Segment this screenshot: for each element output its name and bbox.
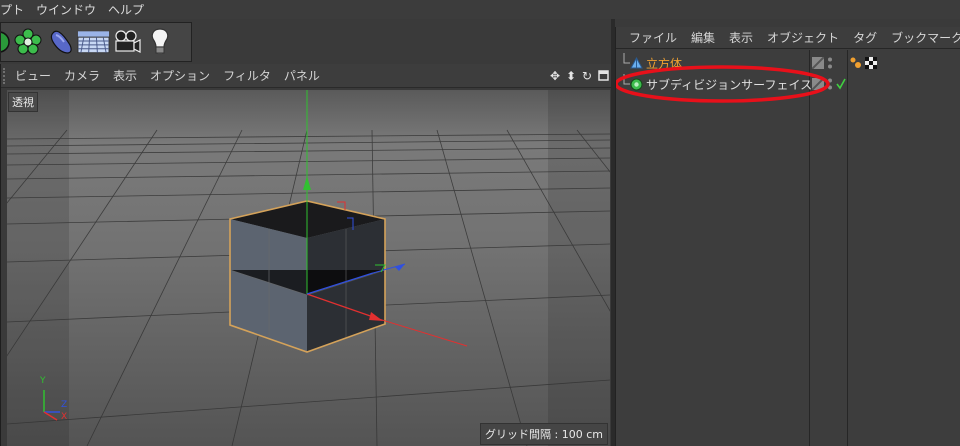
om-menu-view[interactable]: 表示: [729, 29, 753, 46]
layer-icon[interactable]: [812, 57, 824, 69]
visibility-dots-icon[interactable]: [827, 77, 833, 91]
column-divider: [809, 50, 810, 446]
menu-item-window[interactable]: ウインドウ: [33, 1, 105, 18]
light-button[interactable]: [143, 24, 176, 60]
move-view-icon[interactable]: ✥: [548, 68, 562, 83]
phong-tag-icon[interactable]: [850, 57, 862, 69]
viewport-menu-options[interactable]: オプション: [150, 67, 210, 84]
object-flags: [812, 74, 846, 94]
om-menu-tags[interactable]: タグ: [853, 29, 877, 46]
object-toolbar: [0, 22, 192, 62]
3d-viewport: ビュー カメラ 表示 オプション フィルタ パネル ✥ ⬍ ↻ Y Z X 透視…: [0, 64, 612, 446]
primitive-icon: [1, 31, 10, 53]
viewport-menu-display[interactable]: 表示: [113, 67, 137, 84]
viewport-nav-controls: ✥ ⬍ ↻: [548, 68, 610, 83]
viewport-menu-panel[interactable]: パネル: [284, 67, 320, 84]
tree-line: [616, 53, 630, 73]
floor-plane-icon: [77, 31, 110, 54]
floor-button[interactable]: [77, 24, 110, 60]
viewport-menubar: ビュー カメラ 表示 オプション フィルタ パネル ✥ ⬍ ↻: [1, 64, 612, 88]
object-row-cube[interactable]: 立方体: [616, 53, 809, 73]
primitive-button[interactable]: [1, 24, 11, 60]
axis-label-y: Y: [40, 376, 46, 386]
grid-spacing-label: グリッド間隔 : 100 cm: [480, 423, 608, 445]
light-bulb-icon: [151, 28, 168, 55]
panel-grip[interactable]: [3, 67, 9, 84]
axis-label-z: Z: [61, 400, 68, 410]
scene-canvas: [7, 90, 610, 446]
rotate-view-icon[interactable]: ↻: [580, 68, 594, 83]
deformer-capsule-icon: [50, 30, 72, 54]
camera-button[interactable]: [110, 24, 143, 60]
object-manager: ファイル 編集 表示 オブジェクト タグ ブックマーク 立方体 サブディビジョン…: [615, 27, 960, 446]
camera-label[interactable]: 透視: [8, 92, 38, 112]
viewport-scene[interactable]: Y Z X: [7, 90, 610, 446]
nurbs-flower-icon: [14, 28, 41, 55]
camera-icon: [114, 30, 141, 53]
axis-label-x: X: [61, 412, 68, 422]
object-manager-menubar: ファイル 編集 表示 オブジェクト タグ ブックマーク: [616, 27, 960, 49]
zoom-view-icon[interactable]: ⬍: [564, 68, 578, 83]
maximize-view-icon[interactable]: [596, 68, 610, 83]
subdivision-surface-icon: [630, 78, 643, 91]
viewport-menu-view[interactable]: ビュー: [15, 67, 51, 84]
om-menu-file[interactable]: ファイル: [629, 29, 677, 46]
om-menu-edit[interactable]: 編集: [691, 29, 715, 46]
cube-icon: [630, 56, 643, 70]
texture-tag-icon[interactable]: [865, 57, 877, 69]
layer-icon[interactable]: [812, 78, 824, 90]
viewport-menu-filter[interactable]: フィルタ: [223, 67, 271, 84]
viewport-menu-camera[interactable]: カメラ: [64, 67, 100, 84]
om-menu-bookmarks[interactable]: ブックマーク: [891, 29, 960, 46]
nurbs-button[interactable]: [11, 24, 44, 60]
object-flags: [812, 53, 833, 73]
menu-item-help[interactable]: ヘルプ: [105, 1, 153, 18]
tree-line: [616, 74, 630, 94]
object-name[interactable]: サブディビジョンサーフェイス: [646, 76, 812, 93]
visibility-dots-icon[interactable]: [827, 56, 833, 70]
deformer-button[interactable]: [44, 24, 77, 60]
menu-item-script[interactable]: プト: [0, 1, 33, 18]
main-menubar: プト ウインドウ ヘルプ: [0, 0, 960, 19]
om-menu-objects[interactable]: オブジェクト: [767, 29, 839, 46]
object-name[interactable]: 立方体: [646, 55, 682, 72]
object-row-subdivision[interactable]: サブディビジョンサーフェイス: [616, 74, 812, 94]
object-tags: [850, 53, 877, 73]
column-divider: [847, 50, 848, 446]
enabled-check-icon[interactable]: [836, 78, 846, 90]
